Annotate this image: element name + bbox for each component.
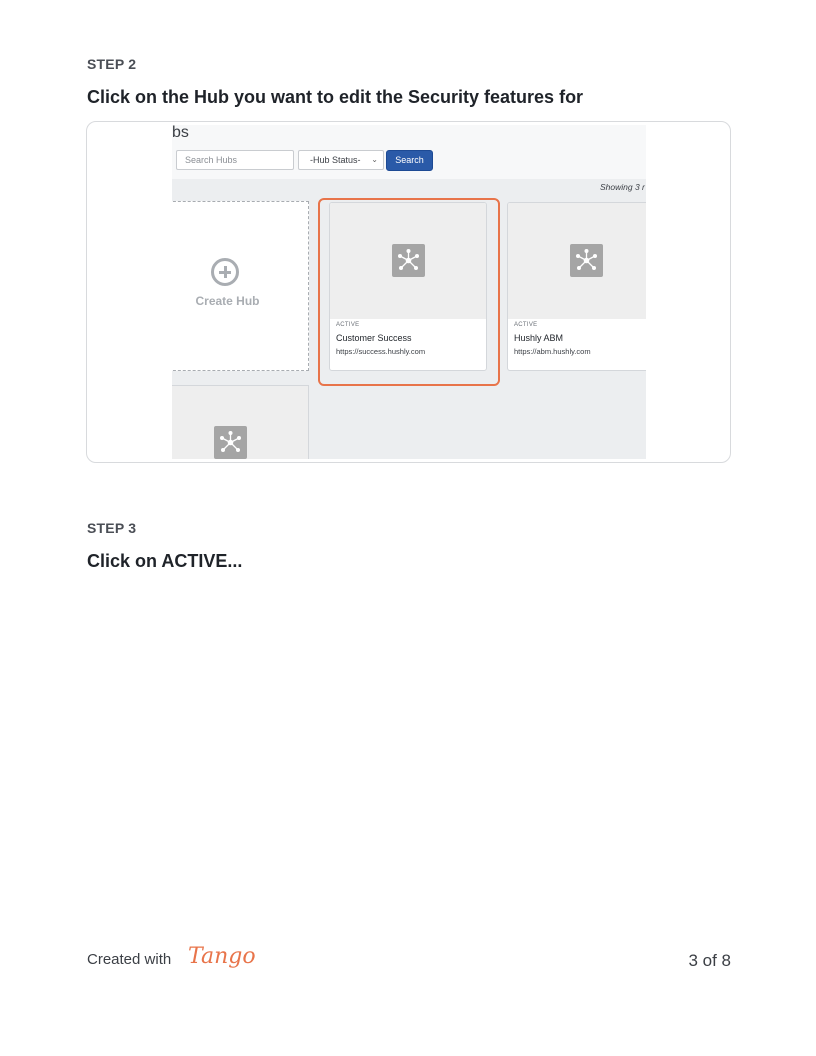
hubs-screenshot: bs Search Hubs -Hub Status- ⌄ Search Sho… xyxy=(172,125,646,459)
chevron-down-icon: ⌄ xyxy=(371,155,378,164)
hub-network-icon xyxy=(570,244,603,277)
plus-circle-icon xyxy=(211,258,239,286)
step-3-label: STEP 3 xyxy=(87,520,137,536)
page-title: bs xyxy=(172,125,189,141)
footer-created-with: Created with xyxy=(87,951,172,968)
hub-status-value: -Hub Status- xyxy=(310,155,361,165)
search-input[interactable]: Search Hubs xyxy=(176,150,294,170)
step-2-label: STEP 2 xyxy=(87,56,137,72)
click-highlight xyxy=(318,198,500,386)
hub-card-hushly-abm[interactable]: ACTIVE Hushly ABM https://abm.hushly.com xyxy=(507,202,646,371)
page-number: 3 of 8 xyxy=(688,951,731,970)
hub-status[interactable]: ACTIVE xyxy=(514,322,537,328)
hub-thumbnail xyxy=(508,203,646,319)
hub-network-icon xyxy=(214,426,247,459)
create-hub-card[interactable]: Create Hub xyxy=(172,201,309,371)
search-button[interactable]: Search xyxy=(386,150,433,171)
hub-url: https://abm.hushly.com xyxy=(514,347,591,356)
hub-status-select[interactable]: -Hub Status- ⌄ xyxy=(298,150,384,170)
results-count: Showing 3 r xyxy=(600,182,645,192)
step-2-title: Click on the Hub you want to edit the Se… xyxy=(87,87,584,107)
step-3-title: Click on ACTIVE... xyxy=(87,551,243,571)
hub-name: Hushly ABM xyxy=(514,333,564,343)
tango-logo[interactable]: Tango xyxy=(188,944,256,969)
hub-card-partial[interactable] xyxy=(172,385,309,459)
create-hub-label: Create Hub xyxy=(195,294,260,308)
